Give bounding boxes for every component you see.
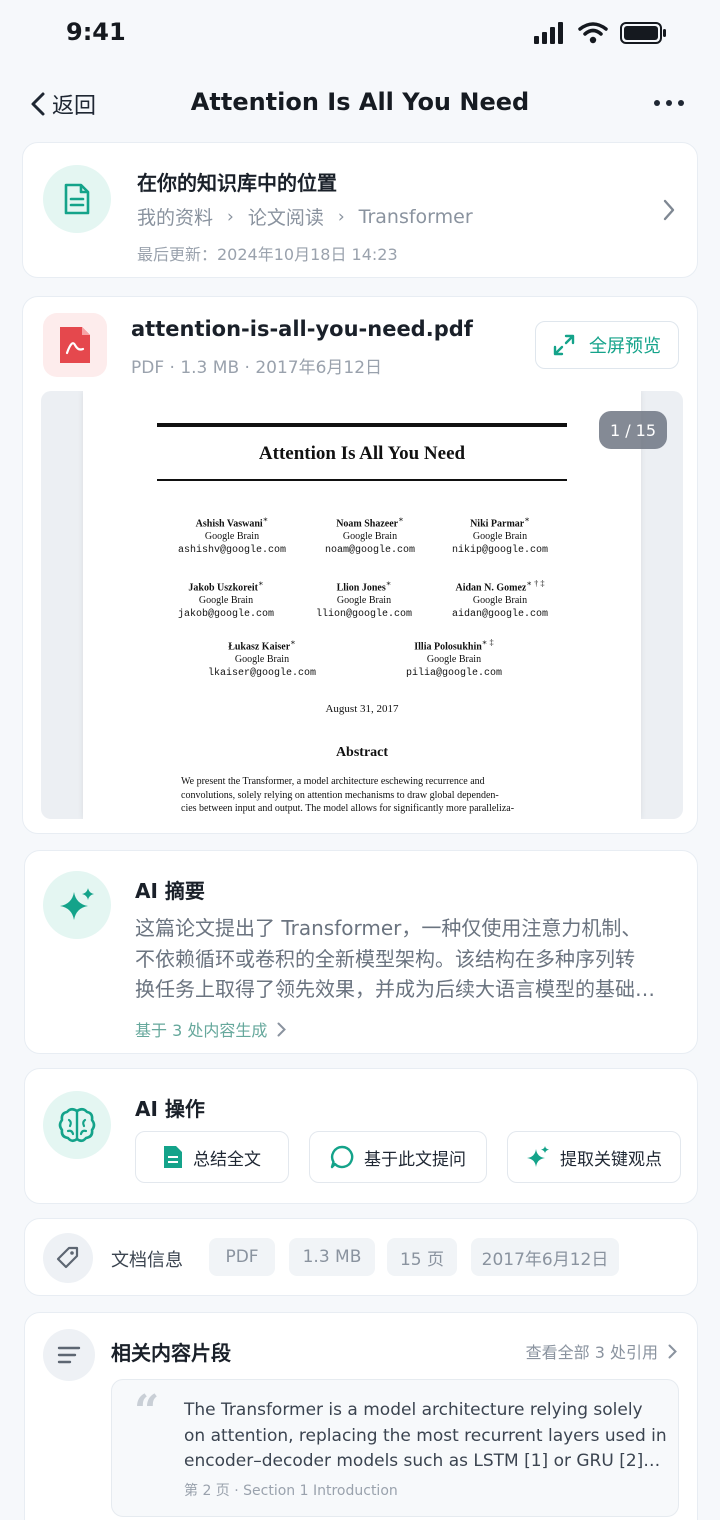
related-title: 相关内容片段: [111, 1341, 231, 1365]
breadcrumb-separator-icon: ›: [337, 206, 345, 227]
ai-actions-card: AI 操作 总结全文 基于此文提问 提取关键观点: [24, 1068, 698, 1204]
pdf-file-icon: [43, 313, 107, 377]
chevron-right-icon: [668, 1344, 677, 1358]
pdf-author: Ashish Vaswani∗ Google Brain ashishv@googl…: [177, 515, 287, 557]
pdf-date: August 31, 2017: [325, 703, 399, 715]
status-time: 9:41: [66, 18, 126, 46]
location-card[interactable]: 在你的知识库中的位置 我的资料 › 论文阅读 › Transformer 最后更…: [22, 142, 698, 278]
fullscreen-label: 全屏预览: [589, 336, 661, 357]
sparkle-icon: [527, 1146, 549, 1167]
quote-mark-icon: “: [134, 1386, 160, 1437]
quote-snippet[interactable]: “ The Transformer is a model architectur…: [111, 1379, 679, 1517]
pdf-page: Attention Is All You Need Ashish Vaswani…: [83, 391, 641, 819]
signal-icon: [534, 22, 563, 44]
pdf-title-rule: [157, 479, 567, 481]
pdf-author: Jakob Uszkoreit∗ Google Brain jakob@google…: [177, 579, 274, 621]
doc-info-card: 文档信息 PDF 1.3 MB 15 页 2017年6月12日: [24, 1218, 698, 1296]
list-icon: [43, 1329, 95, 1381]
info-chip: 2017年6月12日: [471, 1238, 619, 1276]
quote-text: The Transformer is a model architecture …: [184, 1400, 667, 1471]
more-dot: [654, 100, 660, 106]
extract-key-points-button[interactable]: 提取关键观点: [507, 1131, 681, 1183]
ai-summary-title: AI 摘要: [135, 879, 205, 903]
page-title: Attention Is All You Need: [190, 88, 530, 116]
doc-info-label: 文档信息: [111, 1250, 183, 1271]
info-chip: 1.3 MB: [289, 1238, 375, 1276]
last-updated: 最后更新：2024年10月18日 14:23: [137, 245, 398, 264]
pdf-abstract-title: Abstract: [335, 745, 389, 760]
chevron-right-icon: [277, 1022, 287, 1036]
fullscreen-preview-button[interactable]: 全屏预览: [535, 321, 679, 369]
info-chip: PDF: [209, 1238, 275, 1276]
pdf-title: Attention Is All You Need: [258, 443, 466, 464]
pdf-top-rule: [157, 423, 567, 427]
pdf-author: Aidan N. Gomez∗ † ‡ Google Brain aidan@goo…: [451, 579, 548, 621]
expand-icon: [553, 334, 575, 356]
file-preview-card: attention-is-all-you-need.pdf PDF · 1.3 …: [22, 296, 698, 834]
pdf-author: Noam Shazeer∗ Google Brain noam@google.com: [324, 515, 415, 557]
summarize-button[interactable]: 总结全文: [135, 1131, 289, 1183]
breadcrumb-separator-icon: ›: [227, 206, 234, 227]
chat-bubble-icon: [330, 1145, 354, 1169]
tag-icon: [43, 1233, 93, 1283]
pdf-author: Illia Polosukhin∗ ‡ Google Brain pilia@goo…: [405, 638, 502, 680]
more-dot: [666, 100, 672, 106]
breadcrumb: 我的资料 › 论文阅读 › Transformer: [137, 203, 473, 230]
wifi-icon: [578, 22, 608, 44]
pdf-author: Niki Parmar∗ Google Brain nikip@google.com: [451, 515, 548, 557]
battery-icon: [620, 22, 666, 44]
ai-actions-title: AI 操作: [135, 1097, 205, 1121]
page-indicator: 1 / 15: [599, 411, 667, 449]
breadcrumb-item[interactable]: Transformer: [359, 206, 473, 228]
info-chip: 15 页: [387, 1238, 457, 1276]
more-dot: [678, 100, 684, 106]
related-snippets-card: 相关内容片段 查看全部 3 处引用 “ The Transformer is a…: [24, 1312, 698, 1520]
ai-summary-card[interactable]: AI 摘要 这篇论文提出了 Transformer，一种仅使用注意力机制、 不依…: [24, 850, 698, 1054]
summary-source-link[interactable]: 基于 3 处内容生成: [135, 1017, 287, 1041]
file-name: attention-is-all-you-need.pdf: [131, 317, 473, 341]
sparkle-icon: [43, 871, 111, 939]
brain-icon: [43, 1091, 111, 1159]
more-menu-button[interactable]: [654, 100, 684, 106]
quote-source: 第 2 页 · Section 1 Introduction: [184, 1483, 398, 1499]
ask-question-button[interactable]: 基于此文提问: [309, 1131, 487, 1183]
document-icon: [164, 1146, 182, 1168]
ai-summary-text: 这篇论文提出了 Transformer，一种仅使用注意力机制、 不依赖循环或卷积…: [135, 916, 655, 1001]
location-title: 在你的知识库中的位置: [137, 171, 337, 195]
breadcrumb-item[interactable]: 我的资料: [137, 203, 213, 230]
status-bar: 9:41: [0, 0, 720, 70]
file-meta: PDF · 1.3 MB · 2017年6月12日: [131, 358, 383, 378]
pdf-author: Llion Jones∗ Google Brain llion@google.com: [315, 579, 412, 621]
chevron-right-icon: [663, 199, 675, 221]
breadcrumb-item[interactable]: 论文阅读: [248, 203, 324, 230]
pdf-author: Łukasz Kaiser∗ Google Brain lkaiser@google…: [207, 638, 317, 680]
pdf-viewer[interactable]: Attention Is All You Need Ashish Vaswani…: [41, 391, 683, 819]
view-all-citations-link[interactable]: 查看全部 3 处引用: [526, 1339, 677, 1363]
pdf-abstract-text: We present the Transformer, a model arch…: [181, 776, 515, 814]
document-icon: [43, 165, 111, 233]
nav-bar: 返回 Attention Is All You Need: [0, 78, 720, 132]
